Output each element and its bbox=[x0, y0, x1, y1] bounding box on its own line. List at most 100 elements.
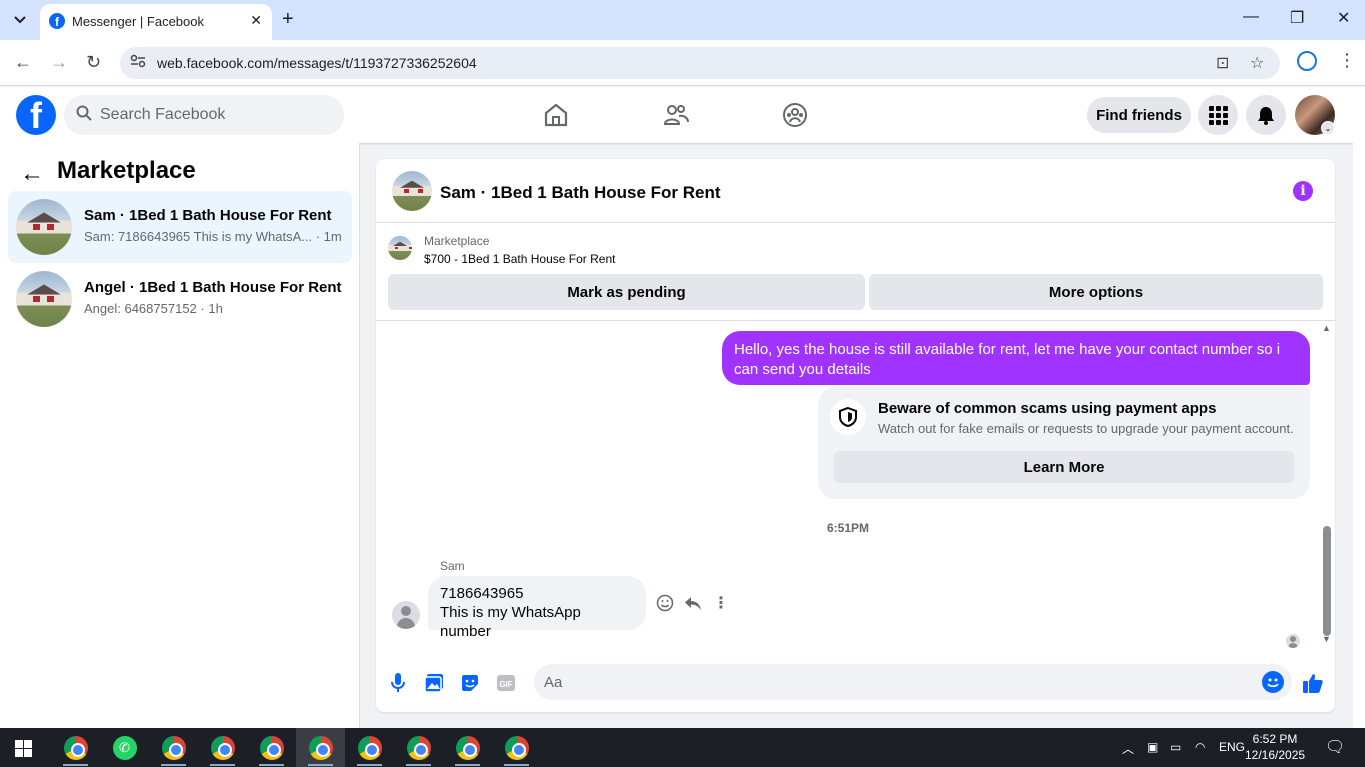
page-scrollbar[interactable] bbox=[1353, 87, 1365, 728]
conversation-item-angel[interactable]: Angel · 1Bed 1 Bath House For Rent Angel… bbox=[8, 263, 352, 335]
reload-icon[interactable]: ↻ bbox=[86, 52, 101, 73]
system-clock[interactable]: 6:52 PM 12/16/2025 bbox=[1245, 731, 1305, 763]
chat-panel: Sam · 1Bed 1 Bath House For Rent i Marke… bbox=[376, 159, 1335, 712]
url-text[interactable]: web.facebook.com/messages/t/119372733625… bbox=[157, 55, 477, 71]
conversation-item-sam[interactable]: Sam · 1Bed 1 Bath House For Rent Sam: 71… bbox=[8, 191, 352, 263]
message-input[interactable] bbox=[544, 671, 1244, 693]
site-info-icon[interactable] bbox=[130, 54, 146, 71]
taskbar-chrome-1[interactable] bbox=[51, 728, 100, 767]
chrome-icon bbox=[210, 735, 235, 760]
chat-header: Sam · 1Bed 1 Bath House For Rent i bbox=[376, 159, 1335, 223]
chat-scrollbar[interactable]: ▲ ▼ bbox=[1319, 321, 1335, 651]
taskbar-chrome-3[interactable] bbox=[198, 728, 247, 767]
bell-icon bbox=[1258, 107, 1274, 125]
listing-small-thumbnail bbox=[388, 236, 412, 260]
new-tab-icon[interactable]: + bbox=[282, 8, 294, 30]
more-actions-icon[interactable]: ⋮ bbox=[711, 593, 731, 613]
battery-icon[interactable]: ▭ bbox=[1170, 740, 1181, 754]
forward-icon[interactable]: → bbox=[50, 52, 68, 73]
back-icon[interactable]: ← bbox=[14, 52, 32, 73]
wifi-icon[interactable]: ◠ bbox=[1195, 740, 1205, 754]
bookmark-star-icon[interactable]: ☆ bbox=[1250, 53, 1264, 73]
taskbar-chrome-2[interactable] bbox=[149, 728, 198, 767]
sidebar-title: Marketplace bbox=[57, 157, 196, 184]
friends-icon[interactable] bbox=[662, 101, 690, 129]
groups-icon[interactable] bbox=[781, 101, 809, 129]
find-friends-button[interactable]: Find friends bbox=[1087, 97, 1191, 133]
browser-menu-icon[interactable]: ⋮ bbox=[1338, 50, 1356, 71]
chrome-icon bbox=[161, 735, 186, 760]
taskbar-chrome-5[interactable] bbox=[296, 728, 345, 767]
tab-title: Messenger | Facebook bbox=[72, 14, 204, 29]
tab-search-dropdown-icon[interactable] bbox=[8, 8, 32, 32]
react-emoji-icon[interactable] bbox=[655, 593, 675, 613]
restore-icon[interactable]: ❐ bbox=[1290, 8, 1304, 28]
taskbar-chrome-7[interactable] bbox=[394, 728, 443, 767]
facebook-logo-icon[interactable]: f bbox=[16, 95, 56, 135]
menu-grid-button[interactable] bbox=[1198, 95, 1238, 135]
tab-close-icon[interactable]: ✕ bbox=[250, 12, 262, 29]
taskbar-chrome-8[interactable] bbox=[443, 728, 492, 767]
incoming-message[interactable]: 7186643965 This is my WhatsApp number bbox=[428, 576, 646, 640]
scrollbar-thumb[interactable] bbox=[1323, 526, 1331, 636]
chat-title[interactable]: Sam · 1Bed 1 Bath House For Rent bbox=[440, 183, 721, 203]
conversation-name: Sam · 1Bed 1 Bath House For Rent bbox=[84, 207, 332, 224]
emoji-icon[interactable] bbox=[1262, 671, 1284, 693]
notifications-button[interactable] bbox=[1246, 95, 1286, 135]
info-icon[interactable]: i bbox=[1293, 181, 1313, 201]
address-bar: ← → ↻ web.facebook.com/messages/t/119372… bbox=[0, 40, 1365, 86]
listing-title[interactable]: $700 - 1Bed 1 Bath House For Rent bbox=[424, 252, 615, 266]
back-arrow-icon[interactable]: ← bbox=[20, 160, 44, 188]
chrome-icon bbox=[504, 735, 529, 760]
photo-icon[interactable] bbox=[422, 671, 446, 695]
message-timestamp: 6:51PM bbox=[826, 521, 870, 535]
url-bar[interactable]: web.facebook.com/messages/t/119372733625… bbox=[120, 47, 1280, 79]
mark-as-pending-button[interactable]: Mark as pending bbox=[388, 274, 865, 310]
minimize-icon[interactable]: — bbox=[1243, 8, 1259, 26]
scroll-up-icon[interactable]: ▲ bbox=[1322, 323, 1331, 333]
home-icon[interactable] bbox=[542, 101, 570, 129]
account-chevron-icon[interactable]: ⌄ bbox=[1321, 121, 1335, 135]
sender-avatar[interactable] bbox=[392, 601, 420, 629]
scroll-down-icon[interactable]: ▼ bbox=[1322, 634, 1331, 644]
search-icon bbox=[76, 105, 92, 121]
taskbar-chrome-4[interactable] bbox=[247, 728, 296, 767]
close-window-icon[interactable]: ✕ bbox=[1337, 8, 1350, 28]
marketplace-label: Marketplace bbox=[424, 234, 490, 248]
install-app-icon[interactable]: ⊡ bbox=[1216, 53, 1229, 73]
meet-now-icon[interactable]: ▣ bbox=[1147, 740, 1158, 754]
sticker-icon[interactable] bbox=[458, 671, 482, 695]
outgoing-message[interactable]: Hello, yes the house is still available … bbox=[722, 331, 1310, 385]
shield-icon bbox=[830, 399, 866, 435]
reply-icon[interactable] bbox=[683, 593, 703, 613]
notification-center-icon[interactable]: 🗨 bbox=[1325, 737, 1345, 757]
taskbar-whatsapp[interactable]: ✆ bbox=[100, 728, 149, 767]
listing-thumbnail bbox=[16, 271, 72, 327]
clock-date: 12/16/2025 bbox=[1245, 748, 1306, 762]
clock-time: 6:52 PM bbox=[1252, 732, 1298, 746]
tray-chevron-icon[interactable]: ︿ bbox=[1122, 740, 1134, 757]
facebook-search-input[interactable]: Search Facebook bbox=[64, 95, 344, 135]
microphone-icon[interactable] bbox=[386, 671, 410, 695]
browser-profile-icon[interactable] bbox=[1297, 51, 1317, 71]
divider bbox=[376, 320, 1335, 321]
taskbar-chrome-6[interactable] bbox=[345, 728, 394, 767]
gif-icon[interactable]: GIF bbox=[494, 671, 518, 695]
thumbs-up-icon[interactable] bbox=[1301, 671, 1325, 695]
language-indicator[interactable]: ENG bbox=[1219, 740, 1245, 754]
more-options-button[interactable]: More options bbox=[869, 274, 1323, 310]
message-composer[interactable] bbox=[534, 664, 1292, 700]
windows-start-icon[interactable] bbox=[15, 740, 32, 757]
learn-more-button[interactable]: Learn More bbox=[834, 451, 1294, 483]
chat-listing-thumbnail[interactable] bbox=[392, 171, 432, 211]
incoming-line-1: 7186643965 bbox=[440, 585, 524, 602]
chrome-icon bbox=[259, 735, 284, 760]
browser-tab[interactable]: f Messenger | Facebook ✕ bbox=[40, 4, 272, 40]
taskbar-chrome-9[interactable] bbox=[492, 728, 541, 767]
conversation-preview: Sam: 7186643965 This is my WhatsA... · 1… bbox=[84, 229, 342, 244]
incoming-line-2: This is my WhatsApp number bbox=[440, 604, 581, 640]
grid-icon bbox=[1209, 106, 1228, 125]
search-placeholder: Search Facebook bbox=[100, 106, 226, 123]
svg-text:GIF: GIF bbox=[499, 680, 512, 689]
chrome-icon bbox=[455, 735, 480, 760]
